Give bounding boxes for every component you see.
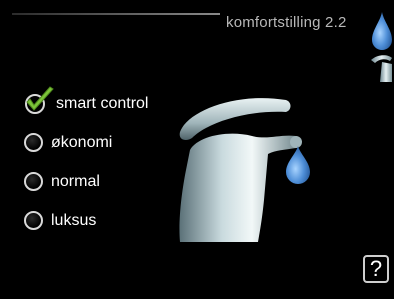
option-normal[interactable]: normal bbox=[22, 162, 148, 201]
water-drop-icon bbox=[372, 12, 392, 50]
faucet-icon bbox=[179, 98, 310, 242]
option-label: luksus bbox=[51, 211, 97, 229]
option-label: smart control bbox=[56, 94, 149, 112]
radio-button[interactable] bbox=[24, 211, 43, 230]
page-title: komfortstilling 2.2 bbox=[226, 14, 347, 31]
radio-button[interactable] bbox=[24, 172, 43, 191]
option-luksus[interactable]: luksus bbox=[22, 201, 148, 240]
header-line bbox=[12, 13, 220, 15]
comfort-mode-options: smart control økonomi normal luksus bbox=[22, 84, 148, 240]
option-okonomi[interactable]: økonomi bbox=[22, 123, 148, 162]
radio-button[interactable] bbox=[24, 133, 43, 152]
checkmark-icon bbox=[25, 86, 54, 114]
option-label: økonomi bbox=[51, 133, 113, 151]
option-smart-control[interactable]: smart control bbox=[22, 84, 148, 123]
faucet-small-icon bbox=[371, 55, 392, 82]
help-button[interactable]: ? bbox=[363, 255, 389, 283]
option-label: normal bbox=[51, 172, 100, 190]
